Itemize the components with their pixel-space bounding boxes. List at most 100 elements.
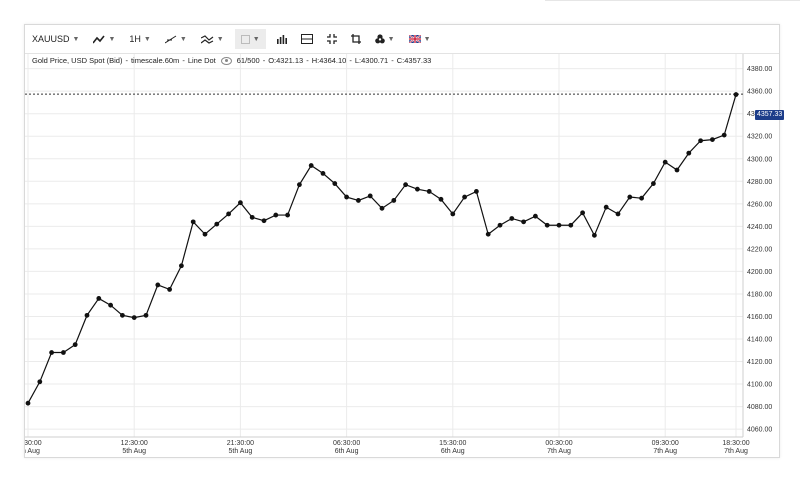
eye-icon[interactable] [220,56,232,65]
price-point [155,282,161,288]
y-tick-label: 4380.00 [747,66,772,73]
price-point [261,218,267,224]
price-point [131,315,137,320]
y-tick-label: 4080.00 [747,404,772,411]
y-tick-label: 4220.00 [747,246,772,253]
price-point [25,400,31,406]
price-point [167,287,173,292]
y-tick-label: 4240.00 [747,224,772,231]
y-tick-label: 4180.00 [747,291,772,298]
timescale-label: timescale.60m [130,56,180,65]
range-label: 61/500 [236,56,260,65]
price-point [651,181,656,186]
x-tick-time: 18:30:00 [722,440,749,447]
x-tick-date: 7th Aug [724,448,748,455]
x-tick-date: 6th Aug [335,448,359,455]
x-tick-time: 00:30:00 [545,440,572,447]
price-point [391,198,397,203]
high-value: H:4364.10 [311,56,347,65]
price-point [568,222,574,228]
y-tick-label: 4320.00 [747,134,772,141]
price-point [662,159,668,165]
price-point [96,296,102,301]
instrument-title: Gold Price, USD Spot (Bid) [32,56,123,65]
price-point [37,379,43,385]
price-point [580,210,585,216]
price-point [344,194,349,200]
price-point [450,211,456,217]
price-point [297,182,302,188]
price-point [485,231,491,237]
price-point [120,312,125,318]
price-point [190,219,196,225]
x-tick-time: 09:30:00 [652,440,679,447]
y-tick-label: 4060.00 [747,427,772,434]
price-point [521,219,526,225]
price-point [721,132,727,138]
price-point [332,181,338,186]
price-point [733,92,739,97]
last-price-tag: 4357.33 [755,110,785,120]
y-tick-label: 4280.00 [747,179,772,186]
price-point [72,342,78,348]
price-point [615,211,621,217]
close-value: C:4357.33 [396,56,432,65]
price-point [639,195,644,201]
price-point [285,212,290,218]
price-point [356,198,361,203]
price-point [544,222,550,228]
price-point [474,189,479,194]
price-point [403,182,408,188]
price-point [202,231,208,237]
price-point [379,205,385,211]
price-point [273,212,279,218]
price-point [627,194,633,200]
chart-widget: XAUUSD ▼ ▼ 1H ▼ ▼ ▼ ▼ ▼ ▼ 4060.00 4080.0… [24,24,785,458]
x-tick-time: 21:30:00 [227,440,254,447]
price-point [686,150,692,156]
y-tick-label: 4300.00 [747,156,772,163]
x-tick-time: 15:30:00 [439,440,466,447]
top-divider [545,0,800,1]
price-point [710,137,715,143]
price-point [143,312,149,318]
price-point [214,221,220,227]
x-tick-date: 7th Aug [653,448,677,455]
price-point [603,204,609,210]
price-point [533,213,538,219]
y-tick-label: 4160.00 [747,314,772,321]
x-tick-date: 5th Aug [122,448,146,455]
x-tick-time: 12:30:00 [121,440,148,447]
price-point [497,222,503,228]
open-value: O:4321.13 [268,56,304,65]
price-point [674,167,680,173]
price-point [592,232,597,238]
price-point [367,193,373,199]
price-point [698,138,703,144]
price-point [556,222,562,228]
y-tick-label: 4140.00 [747,336,772,343]
x-tick-date: 5th Aug [229,448,253,455]
price-point [308,163,314,168]
x-tick-time: 03:30:00 [25,440,42,447]
price-point [238,200,243,206]
y-tick-label: 4260.00 [747,201,772,208]
price-point [415,186,420,192]
style-label: Line Dot [187,56,216,65]
x-tick-time: 06:30:00 [333,440,360,447]
price-point [426,189,432,194]
price-point [108,302,113,308]
price-point [179,263,184,269]
y-tick-label: 4120.00 [747,359,772,366]
y-tick-label: 4100.00 [747,382,772,389]
price-chart[interactable]: 4060.00 4080.00 4100.00 4120.00 4140.00 4160.… [25,25,779,457]
price-point [49,350,54,355]
y-tick-label: 4200.00 [747,269,772,276]
price-point [61,350,66,355]
price-point [249,214,255,220]
chart-info-line: Gold Price, USD Spot (Bid) - timescale.60… [32,56,432,65]
x-tick-date: 7th Aug [547,448,571,455]
price-point [84,312,90,318]
x-tick-date: 6th Aug [441,448,465,455]
low-value: L:4300.71 [354,56,389,65]
